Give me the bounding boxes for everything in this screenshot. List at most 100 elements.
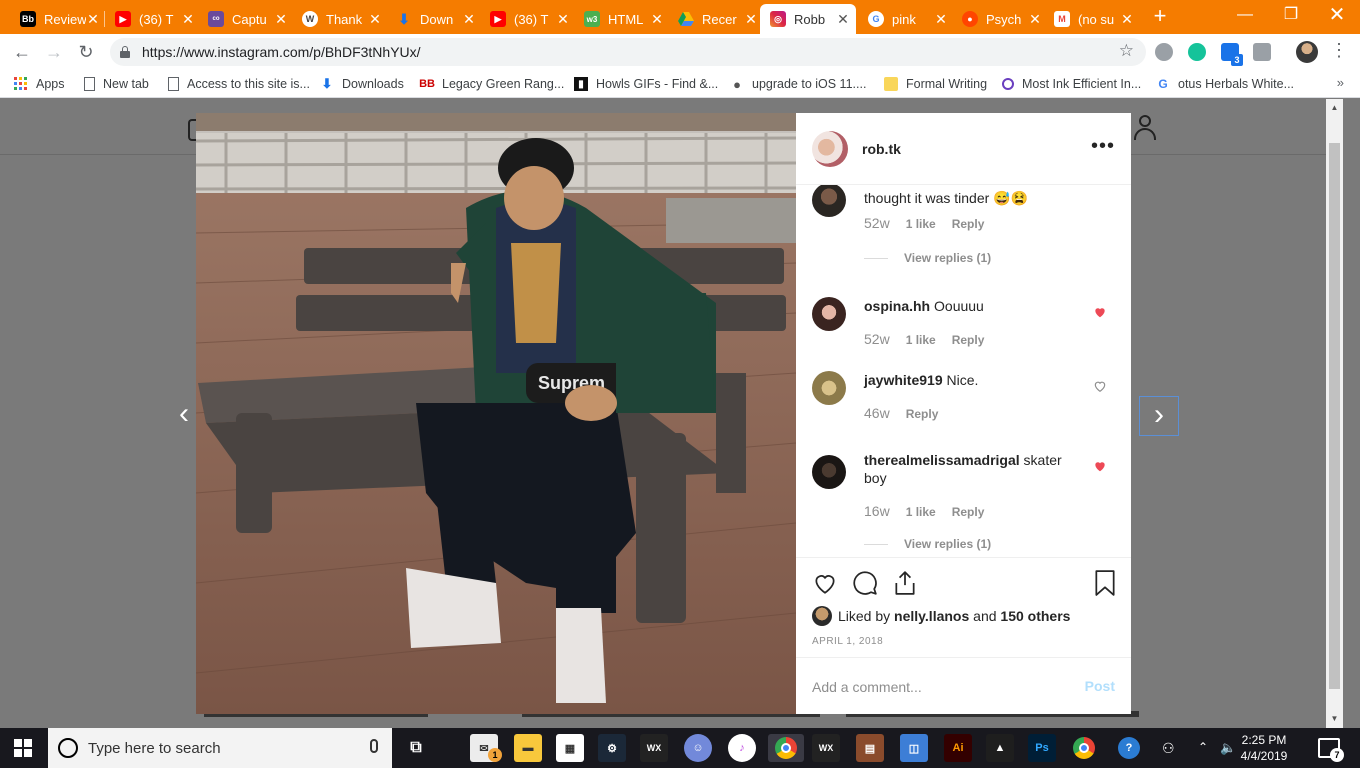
forward-button[interactable]: → [42,40,66,64]
comment-username[interactable]: ospina.hh [864,298,930,314]
close-icon[interactable]: ✕ [934,11,948,28]
comment-likes[interactable]: 1 like [906,505,936,519]
taskbar-search[interactable]: Type here to search [48,728,392,768]
likes-count[interactable]: 150 others [1000,608,1070,624]
close-icon[interactable]: ✕ [86,11,100,28]
new-tab-button[interactable]: + [1150,5,1170,29]
itunes-icon[interactable]: ♪ [728,734,756,762]
menu-icon[interactable]: ⋮ [1330,40,1348,61]
reply-button[interactable]: Reply [952,217,985,231]
close-icon[interactable]: ✕ [1120,11,1134,28]
winx-soft-icon[interactable]: WX [640,734,668,762]
minimize-button[interactable]: — [1222,2,1268,30]
bookmark-access[interactable]: Access to this site is... [168,76,310,92]
commenter-avatar[interactable] [812,455,846,489]
close-icon[interactable]: ✕ [744,11,758,28]
tab-youtube-2[interactable]: ▶ (36) T ✕ [480,4,576,34]
view-replies-button[interactable]: View replies (1) [864,537,991,551]
back-button[interactable]: ← [10,40,34,64]
photoshop-icon[interactable]: Ps [1028,734,1056,762]
bookmark-apps[interactable]: Apps [14,76,65,92]
more-bookmarks-icon[interactable]: » [1337,75,1344,90]
bookmark-star-icon[interactable]: ☆ [1119,41,1134,61]
close-icon[interactable]: ✕ [836,11,850,28]
close-icon[interactable]: ✕ [1028,11,1042,28]
tray-chevron-icon[interactable]: ⌃ [1198,740,1208,754]
comment-username[interactable]: jaywhite919 [864,372,943,388]
close-icon[interactable]: ✕ [462,11,476,28]
like-heart-icon[interactable] [812,570,838,596]
page-scrollbar[interactable]: ▲ ▼ [1326,99,1343,728]
share-icon[interactable] [892,570,918,596]
globe-extension-icon[interactable] [1155,43,1173,61]
comment-username[interactable]: therealmelissamadrigal [864,452,1020,468]
reply-button[interactable]: Reply [952,333,985,347]
liker-username[interactable]: nelly.llanos [894,608,969,624]
people-icon[interactable]: ⚇ [1162,740,1175,757]
file-explorer-icon[interactable]: ▬ [514,734,542,762]
profile-avatar[interactable] [1296,41,1318,63]
comment-input[interactable] [812,676,1072,698]
close-icon[interactable]: ✕ [368,11,382,28]
illustrator-icon[interactable]: Ai [944,734,972,762]
tab-google-search[interactable]: G pink ✕ [858,4,954,34]
view-replies-button[interactable]: View replies (1) [864,251,991,265]
author-avatar[interactable] [812,131,848,167]
steam-icon[interactable]: ⚙ [598,734,626,762]
post-date[interactable]: APRIL 1, 2018 [812,636,883,647]
bookmark-howls[interactable]: ▮ Howls GIFs - Find &... [574,76,718,92]
chrome-active-icon[interactable] [768,734,804,762]
more-options-icon[interactable]: ••• [1091,135,1115,158]
reply-button[interactable]: Reply [906,407,939,421]
next-post-arrow-icon[interactable]: › [1139,396,1179,436]
bookmark-ink[interactable]: Most Ink Efficient In... [1002,76,1141,92]
bookmark-save-icon[interactable] [1092,570,1118,596]
post-photo[interactable]: Suprem [196,113,796,714]
windows-start-icon[interactable] [14,739,32,757]
commenter-avatar[interactable] [812,297,846,331]
bookmark-legacy[interactable]: BB Legacy Green Rang... [419,76,564,92]
tab-gmail[interactable]: M (no su ✕ [1044,4,1140,34]
comment-likes[interactable]: 1 like [906,333,936,347]
commenter-avatar[interactable] [812,185,846,217]
tab-capture[interactable]: co Captu ✕ [198,4,294,34]
close-icon[interactable]: ✕ [556,11,570,28]
tab-html[interactable]: w3 HTML ✕ [574,4,670,34]
tab-youtube[interactable]: ▶ (36) T ✕ [105,4,201,34]
author-username[interactable]: rob.tk [862,141,901,157]
system-clock[interactable]: 2:25 PM 4/4/2019 [1224,732,1304,764]
bookmark-new-tab[interactable]: New tab [84,76,149,92]
heart-filled-icon[interactable] [1093,305,1107,319]
close-icon[interactable]: ✕ [274,11,288,28]
bookmark-downloads[interactable]: ⬇ Downloads [320,76,404,92]
heart-filled-icon[interactable] [1093,459,1107,473]
close-window-button[interactable]: ✕ [1314,2,1360,30]
restore-button[interactable]: ❐ [1268,2,1314,30]
address-bar[interactable]: https://www.instagram.com/p/BhDF3tNhYUx/… [110,38,1146,66]
app-window-icon[interactable]: ◫ [900,734,928,762]
chrome-icon[interactable] [1070,734,1098,762]
url-text[interactable]: https://www.instagram.com/p/BhDF3tNhYUx/ [142,44,421,60]
post-comment-button[interactable]: Post [1085,678,1115,694]
winx-soft-icon-2[interactable]: WX [812,734,840,762]
task-view-icon[interactable]: ⧉ [402,734,430,762]
tab-download[interactable]: ⬇ Down ✕ [386,4,482,34]
reload-button[interactable]: ↻ [74,40,98,64]
close-icon[interactable]: ✕ [181,11,195,28]
comment-bubble-icon[interactable] [852,570,878,596]
photos-icon[interactable]: ▲ [986,734,1014,762]
puzzle-extension-icon[interactable] [1253,43,1271,61]
tab-thank[interactable]: W Thank ✕ [292,4,388,34]
discord-icon[interactable]: ☺ [684,734,712,762]
heart-outline-icon[interactable] [1093,379,1107,393]
microphone-icon[interactable] [370,739,378,753]
bookmark-formal-writing[interactable]: Formal Writing [884,76,987,92]
tab-instagram[interactable]: ◎ Robb ✕ [760,4,856,34]
previous-post-arrow-icon[interactable]: ‹ [172,399,196,430]
bookmark-ios[interactable]: ● upgrade to iOS 11.... [730,76,866,92]
comment-likes[interactable]: 1 like [906,217,936,231]
close-icon[interactable]: ✕ [650,11,664,28]
scroll-up-icon[interactable]: ▲ [1326,101,1343,115]
comments-list[interactable]: thought it was tinder 😅😫 52w 1 like Repl… [796,185,1131,557]
bookmark-herbals[interactable]: G otus Herbals White... [1156,76,1294,92]
